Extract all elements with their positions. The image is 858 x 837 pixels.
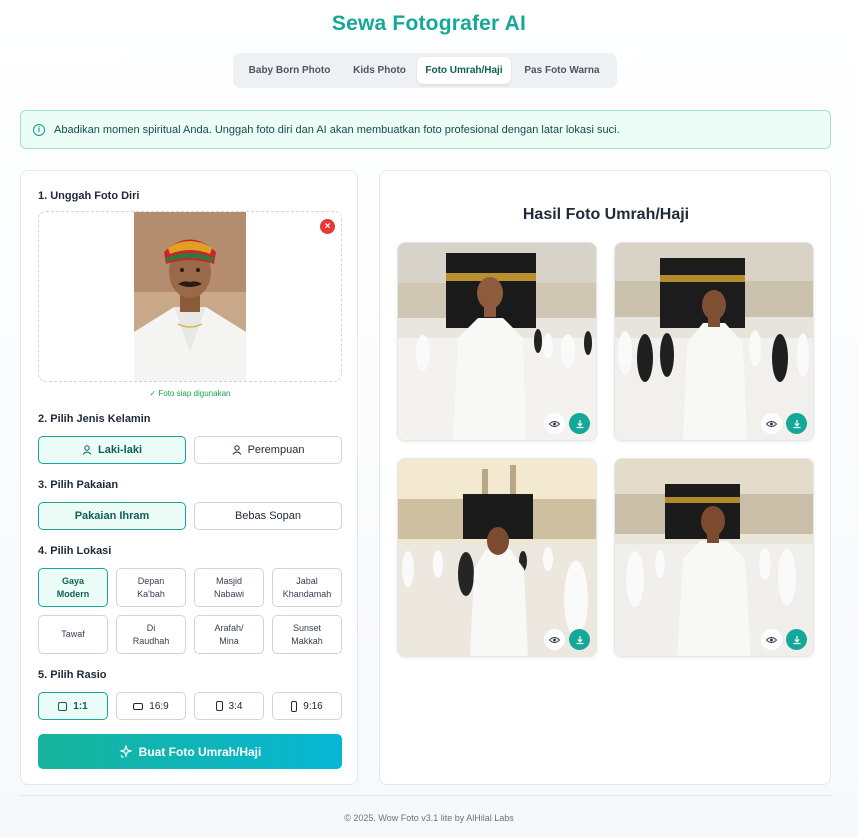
portrait-tall-icon — [291, 700, 298, 712]
view-button[interactable] — [761, 629, 782, 650]
location-line1: Depan — [137, 575, 165, 586]
gender-female-button[interactable]: Perempuan — [194, 436, 342, 464]
outfit-free-label: Bebas Sopan — [234, 510, 302, 522]
result-photo[interactable] — [397, 242, 597, 441]
download-icon — [793, 419, 800, 428]
app-title: Sewa Fotografer AI — [331, 12, 527, 35]
landscape-icon — [133, 702, 144, 710]
tab-pas-foto-warna[interactable]: Pas Foto Warna — [511, 57, 613, 84]
outfit-ihram-label: Pakaian Ihram — [74, 510, 150, 522]
view-button[interactable] — [544, 629, 565, 650]
eye-icon — [766, 636, 777, 643]
user-icon — [82, 445, 92, 455]
step-ratio-label: 5. Pilih Rasio — [38, 669, 107, 681]
view-button[interactable] — [761, 413, 782, 434]
download-button[interactable] — [569, 629, 590, 650]
location-line1: Tawaf — [61, 629, 85, 639]
result-image — [398, 243, 596, 440]
ratio-label: 3:4 — [228, 700, 243, 712]
location-line2: Modern — [56, 588, 90, 599]
uploaded-photo — [134, 212, 246, 381]
info-icon: i — [33, 123, 45, 136]
result-photo[interactable] — [614, 458, 814, 657]
step-location-label: 4. Pilih Lokasi — [38, 545, 112, 557]
location-sunset-makkah[interactable]: Sunset Makkah — [272, 615, 342, 654]
info-banner: i Abadikan momen spiritual Anda. Unggah … — [20, 110, 831, 149]
tab-foto-umrah-haji[interactable]: Foto Umrah/Haji — [417, 57, 511, 84]
gender-male-label: Laki-laki — [97, 444, 143, 456]
view-button[interactable] — [544, 413, 565, 434]
results-panel: Hasil Foto Umrah/Haji — [379, 170, 831, 785]
ratio-3-4-button[interactable]: 3:4 — [194, 692, 264, 720]
ratio-label: 16:9 — [149, 700, 169, 712]
download-icon — [793, 635, 800, 644]
outfit-ihram-button[interactable]: Pakaian Ihram — [38, 502, 186, 530]
ratio-9-16-button[interactable]: 9:16 — [272, 692, 342, 720]
location-line1: Di — [146, 622, 156, 633]
footer-text: © 2025. Wow Foto v3.1 lite by AlHilal La… — [344, 813, 514, 823]
tab-kids-photo[interactable]: Kids Photo — [342, 57, 417, 84]
result-photo[interactable] — [397, 458, 597, 657]
download-icon — [576, 635, 583, 644]
step-upload-label: 1. Unggah Foto Diri — [38, 190, 140, 202]
result-image — [615, 459, 813, 656]
location-line2: Mina — [219, 635, 239, 646]
user-icon — [232, 445, 241, 455]
location-masjid-nabawi[interactable]: Masjid Nabawi — [194, 568, 264, 607]
eye-icon — [549, 636, 560, 643]
remove-icon: × — [324, 220, 331, 232]
location-line1: Gaya — [61, 575, 85, 586]
location-line1: Jabal — [296, 575, 318, 586]
footer-divider — [20, 795, 831, 796]
location-jabal-khandamah[interactable]: Jabal Khandamah — [272, 568, 342, 607]
eye-icon — [549, 420, 560, 427]
upload-dropzone[interactable]: × — [38, 211, 342, 382]
tab-baby-born-photo[interactable]: Baby Born Photo — [237, 57, 342, 84]
location-line2: Khandamah — [282, 588, 332, 599]
tab-bar: Baby Born Photo Kids Photo Foto Umrah/Ha… — [233, 53, 617, 88]
ratio-label: 1:1 — [73, 700, 88, 712]
ratio-16-9-button[interactable]: 16:9 — [116, 692, 186, 720]
settings-panel: 1. Unggah Foto Diri × ✓ Foto siap diguna… — [20, 170, 358, 785]
eye-icon — [766, 420, 777, 427]
ratio-1-1-button[interactable]: 1:1 — [38, 692, 108, 720]
download-button[interactable] — [786, 629, 807, 650]
create-photo-label: Buat Foto Umrah/Haji — [138, 744, 262, 759]
location-di-raudhah[interactable]: Di Raudhah — [116, 615, 186, 654]
location-line2: Nabawi — [213, 588, 244, 599]
location-line2: Ka'bah — [137, 588, 165, 599]
result-image — [398, 459, 596, 656]
location-arafah-mina[interactable]: Arafah/Mina — [194, 615, 264, 654]
step-gender-label: 2. Pilih Jenis Kelamin — [38, 413, 151, 425]
upload-status: ✓ Foto siap digunakan — [149, 389, 231, 398]
info-text: Abadikan momen spiritual Anda. Unggah fo… — [54, 123, 620, 136]
remove-photo-button[interactable]: × — [320, 219, 335, 234]
result-photo[interactable] — [614, 242, 814, 441]
location-line1: Arafah/ — [214, 622, 244, 633]
download-icon — [576, 419, 583, 428]
location-line2: Makkah — [291, 635, 323, 646]
outfit-free-button[interactable]: Bebas Sopan — [194, 502, 342, 530]
download-button[interactable] — [569, 413, 590, 434]
result-image — [615, 243, 813, 440]
download-button[interactable] — [786, 413, 807, 434]
create-photo-button[interactable]: Buat Foto Umrah/Haji — [38, 734, 342, 769]
sparkle-icon — [118, 745, 132, 758]
location-line2: Raudhah — [132, 635, 170, 646]
location-line1: Masjid — [215, 575, 242, 586]
square-icon — [58, 701, 68, 711]
location-gaya-modern[interactable]: Gaya Modern — [38, 568, 108, 607]
location-line1: Sunset — [292, 622, 321, 633]
results-title: Hasil Foto Umrah/Haji — [522, 206, 690, 223]
location-depan-kabah[interactable]: Depan Ka'bah — [116, 568, 186, 607]
portrait-icon — [215, 701, 223, 711]
location-tawaf[interactable]: Tawaf — [38, 615, 108, 654]
gender-female-label: Perempuan — [247, 444, 305, 456]
gender-male-button[interactable]: Laki-laki — [38, 436, 186, 464]
step-outfit-label: 3. Pilih Pakaian — [38, 479, 119, 491]
ratio-label: 9:16 — [303, 700, 323, 712]
